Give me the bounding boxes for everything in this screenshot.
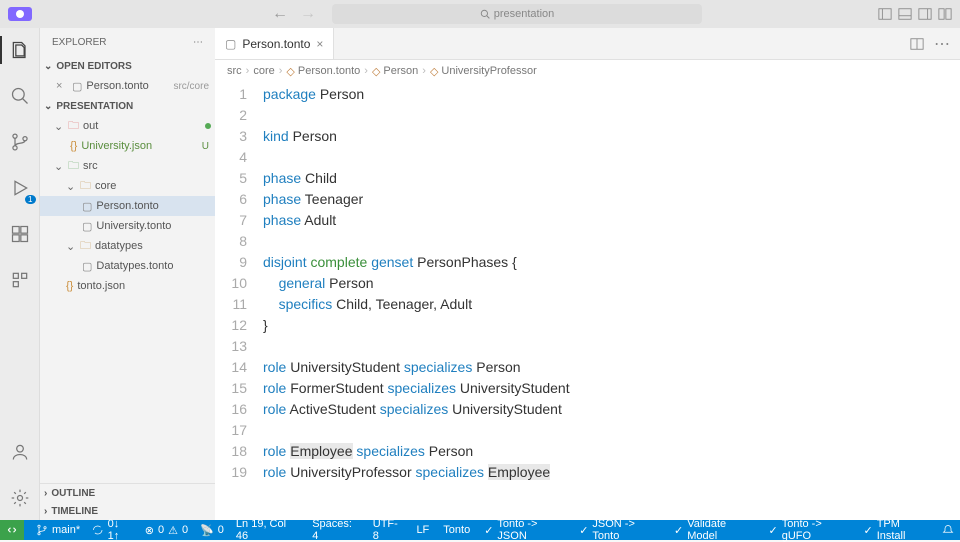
editor-area: ▢ Person.tonto × ⋯ src›core›◇Person.tont…	[215, 28, 960, 520]
status-action[interactable]: ✓TPM Install	[863, 518, 928, 542]
ports[interactable]: 📡0	[200, 524, 224, 537]
activity-custom[interactable]	[6, 266, 34, 294]
file-tonto-json[interactable]: {} tonto.json	[40, 276, 215, 296]
gear-icon	[10, 488, 30, 508]
encoding[interactable]: UTF-8	[373, 518, 403, 542]
close-icon[interactable]: ×	[316, 37, 323, 51]
file-icon: ▢	[82, 220, 92, 233]
extensions-icon	[10, 224, 30, 244]
code-editor[interactable]: 12345678910111213141516171819 package Pe…	[215, 82, 960, 520]
tab-bar: ▢ Person.tonto × ⋯	[215, 28, 960, 60]
tab-label: Person.tonto	[242, 37, 310, 51]
folder-core[interactable]: ⌄🗀 core	[40, 176, 215, 196]
status-action[interactable]: ✓Validate Model	[674, 518, 755, 542]
activity-settings[interactable]	[6, 484, 34, 512]
more-icon[interactable]: ⋯	[934, 34, 950, 54]
file-datatypes-tonto[interactable]: ▢ Datatypes.tonto	[40, 256, 215, 276]
folder-icon: 🗀	[68, 157, 79, 176]
untracked-badge: U	[202, 141, 209, 152]
activity-bar: 1	[0, 28, 40, 520]
activity-account[interactable]	[6, 438, 34, 466]
activity-extensions[interactable]	[6, 220, 34, 248]
split-editor-icon[interactable]	[910, 37, 924, 51]
grid-icon	[10, 270, 30, 290]
breadcrumb-segment[interactable]: src	[227, 65, 242, 77]
status-action[interactable]: ✓Tonto -> gUFO	[769, 518, 850, 542]
statusbar: main* 0↓ 1↑ ⊗0 ⚠0 📡0 Ln 19, Col 46 Space…	[0, 520, 960, 540]
activity-debug[interactable]: 1	[6, 174, 34, 202]
activity-search[interactable]	[6, 82, 34, 110]
file-icon: ▢	[82, 200, 92, 213]
open-editors-header[interactable]: ⌄OPEN EDITORS	[40, 56, 215, 76]
branch-icon	[10, 132, 30, 152]
panel-bottom-icon[interactable]	[898, 7, 912, 21]
gutter: 12345678910111213141516171819	[215, 82, 263, 520]
folder-datatypes[interactable]: ⌄🗀 datatypes	[40, 236, 215, 256]
code-content[interactable]: package Person kind Person phase Childph…	[263, 82, 960, 520]
breadcrumb[interactable]: src›core›◇Person.tonto›◇Person›◇Universi…	[215, 60, 960, 82]
folder-out[interactable]: ⌄🗀 out	[40, 116, 215, 136]
symbol-icon: ◇	[286, 65, 294, 78]
breadcrumb-segment[interactable]: ◇UniversityProfessor	[430, 65, 537, 78]
activity-scm[interactable]	[6, 128, 34, 156]
branch-icon	[36, 524, 48, 536]
tab-person-tonto[interactable]: ▢ Person.tonto ×	[215, 28, 334, 59]
breadcrumb-segment[interactable]: ◇Person	[372, 65, 418, 78]
remote-indicator[interactable]	[0, 520, 24, 540]
panel-left-icon[interactable]	[878, 7, 892, 21]
layout-icon[interactable]	[938, 7, 952, 21]
remote-icon	[6, 524, 18, 536]
indentation[interactable]: Spaces: 4	[312, 518, 359, 542]
project-header[interactable]: ⌄PRESENTATION	[40, 96, 215, 116]
command-center[interactable]: presentation	[332, 4, 702, 24]
breadcrumb-segment[interactable]: core	[253, 65, 274, 77]
file-university-json[interactable]: {} University.json U	[40, 136, 215, 156]
open-editor-item[interactable]: × ▢ Person.tonto src/core	[40, 76, 215, 96]
symbol-icon: ◇	[430, 65, 438, 78]
more-icon[interactable]: ⋯	[193, 37, 203, 48]
file-icon: ▢	[225, 37, 236, 51]
status-action[interactable]: ✓Tonto -> JSON	[484, 518, 565, 542]
close-icon[interactable]: ×	[56, 80, 68, 92]
json-icon: {}	[70, 140, 77, 152]
eol[interactable]: LF	[416, 518, 429, 542]
window-control-icon[interactable]	[8, 7, 32, 21]
nav-back-icon[interactable]: ←	[272, 5, 288, 23]
account-icon	[10, 442, 30, 462]
symbol-icon: ◇	[372, 65, 380, 78]
notifications-icon[interactable]	[942, 518, 954, 542]
cursor-position[interactable]: Ln 19, Col 46	[236, 518, 298, 542]
titlebar: ← → presentation	[0, 0, 960, 28]
git-sync[interactable]: 0↓ 1↑	[92, 518, 133, 542]
file-person-tonto[interactable]: ▢ Person.tonto	[40, 196, 215, 216]
breadcrumb-segment[interactable]: ◇Person.tonto	[286, 65, 360, 78]
search-icon	[480, 9, 490, 19]
folder-src[interactable]: ⌄🗀 src	[40, 156, 215, 176]
activity-explorer[interactable]	[6, 36, 34, 64]
modified-dot-icon	[205, 123, 211, 129]
file-university-tonto[interactable]: ▢ University.tonto	[40, 216, 215, 236]
folder-icon: 🗀	[68, 117, 79, 136]
json-icon: {}	[66, 280, 73, 292]
folder-icon: 🗀	[80, 237, 91, 256]
folder-icon: 🗀	[80, 177, 91, 196]
sidebar: EXPLORER ⋯ ⌄OPEN EDITORS × ▢ Person.tont…	[40, 28, 215, 520]
files-icon	[10, 40, 30, 60]
file-icon: ▢	[82, 260, 92, 273]
problems[interactable]: ⊗0 ⚠0	[145, 524, 188, 537]
language-mode[interactable]: Tonto	[443, 518, 470, 542]
nav-forward-icon: →	[300, 5, 316, 23]
sidebar-title: EXPLORER ⋯	[40, 28, 215, 56]
status-action[interactable]: ✓JSON -> Tonto	[579, 518, 660, 542]
search-icon	[10, 86, 30, 106]
outline-header[interactable]: ›OUTLINE	[40, 484, 215, 502]
panel-right-icon[interactable]	[918, 7, 932, 21]
search-placeholder: presentation	[494, 8, 555, 20]
scm-badge: 1	[25, 195, 35, 204]
git-branch[interactable]: main*	[36, 524, 80, 536]
nav-arrows: ← →	[272, 5, 316, 23]
sync-icon	[92, 524, 103, 536]
